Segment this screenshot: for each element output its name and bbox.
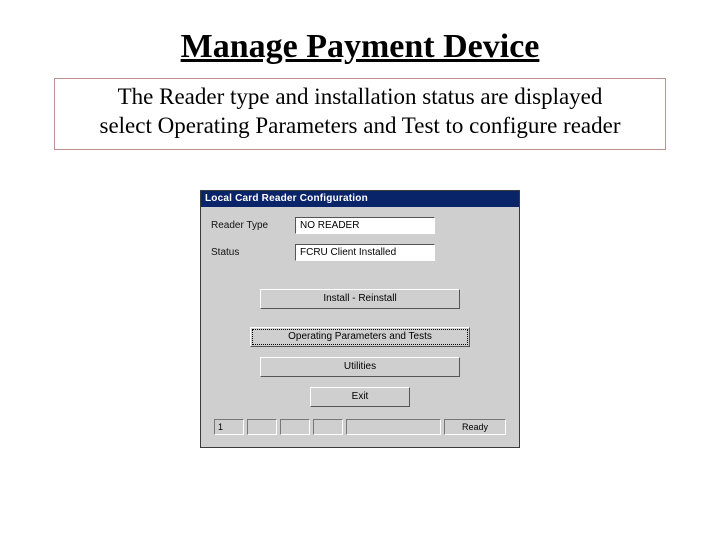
label-status: Status (211, 247, 295, 258)
exit-button[interactable]: Exit (310, 387, 410, 407)
dialog-body: Reader Type NO READER Status FCRU Client… (201, 207, 519, 447)
description-line-2: select Operating Parameters and Test to … (61, 112, 659, 141)
utilities-button[interactable]: Utilities (260, 357, 460, 377)
status-panel-2 (247, 419, 277, 435)
page-title: Manage Payment Device (0, 28, 720, 66)
row-utilities: Utilities (211, 357, 509, 377)
operating-parameters-button[interactable]: Operating Parameters and Tests (250, 327, 470, 347)
description-line-1: The Reader type and installation status … (61, 83, 659, 112)
row-reader-type: Reader Type NO READER (211, 217, 509, 234)
row-status: Status FCRU Client Installed (211, 244, 509, 261)
status-panel-ready: Ready (444, 419, 506, 435)
status-panel-3 (280, 419, 310, 435)
slide: Manage Payment Device The Reader type an… (0, 0, 720, 540)
row-ops: Operating Parameters and Tests (211, 327, 509, 347)
spacer (211, 271, 509, 281)
dialog-titlebar: Local Card Reader Configuration (201, 191, 519, 207)
label-reader-type: Reader Type (211, 220, 295, 231)
dialog-title: Local Card Reader Configuration (205, 193, 368, 204)
field-status[interactable]: FCRU Client Installed (295, 244, 435, 261)
install-button[interactable]: Install - Reinstall (260, 289, 460, 309)
status-panel-4 (313, 419, 343, 435)
row-exit: Exit (211, 387, 509, 407)
status-panel-1: 1 (214, 419, 244, 435)
status-panel-spacer (346, 419, 441, 435)
dialog-screenshot: Local Card Reader Configuration Reader T… (200, 190, 520, 448)
spacer (211, 309, 509, 319)
row-install: Install - Reinstall (211, 289, 509, 309)
status-bar: 1 Ready (211, 419, 509, 439)
field-reader-type[interactable]: NO READER (295, 217, 435, 234)
description-box: The Reader type and installation status … (54, 78, 666, 150)
config-dialog: Local Card Reader Configuration Reader T… (200, 190, 520, 448)
